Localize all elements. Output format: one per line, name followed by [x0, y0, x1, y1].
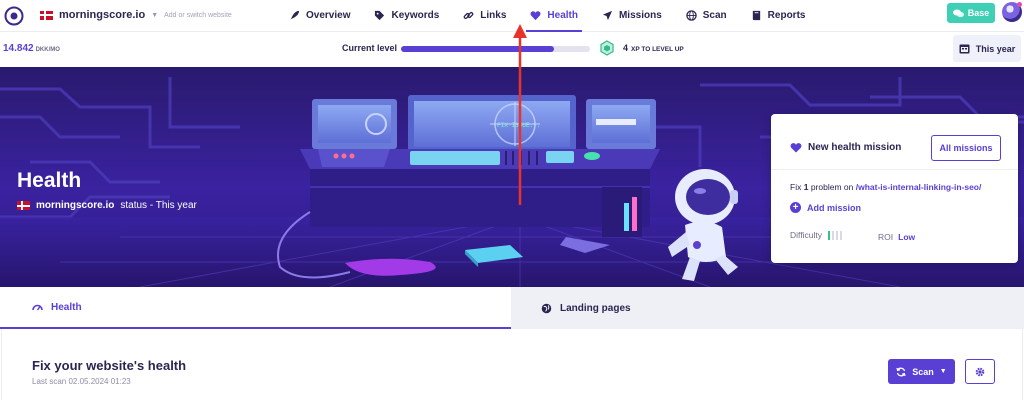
mission-page-link[interactable]: /what-is-internal-linking-in-seo/ [856, 182, 982, 192]
gear-icon [975, 367, 985, 376]
plane-icon [602, 10, 613, 21]
section-title: Fix your website's health [32, 358, 187, 373]
chevron-down-icon: ▼ [151, 11, 159, 19]
nav-label: Reports [767, 10, 806, 21]
level-progress-bar [401, 46, 590, 52]
page-title: Health [17, 169, 82, 192]
add-mission-button[interactable]: + Add mission [790, 202, 861, 213]
tag-icon [375, 10, 385, 21]
globe-icon [686, 10, 697, 21]
hero-status-text: status - This year [120, 200, 197, 211]
nav-label: Scan [702, 10, 727, 21]
nav-links[interactable]: Links [463, 0, 506, 31]
nav-scan[interactable]: Scan [686, 0, 727, 31]
add-mission-label: Add mission [807, 202, 862, 213]
nav-label: Health [547, 10, 578, 21]
mission-title: New health mission [808, 142, 902, 153]
fix-middle: problem on [810, 182, 854, 192]
fix-count: 1 [803, 182, 809, 192]
last-scan-text: Last scan 02.05.2024 01:23 [32, 377, 131, 386]
notification-dot [1017, 2, 1022, 7]
nav-keywords[interactable]: Keywords [374, 0, 439, 31]
roi-value: Low [898, 232, 916, 242]
nav-label: Links [480, 10, 507, 21]
morningscore-logo-icon[interactable] [4, 6, 24, 26]
rocket-icon [290, 10, 300, 20]
nav-missions[interactable]: Missions [602, 0, 662, 31]
difficulty-bar [835, 230, 838, 240]
refresh-icon [896, 367, 906, 376]
denmark-flag-icon [17, 201, 30, 210]
xp-value: 4 [623, 43, 629, 53]
all-missions-button[interactable]: All missions [931, 135, 1001, 161]
book-icon [752, 10, 760, 21]
health-tabs: Health Landing pages [0, 287, 1024, 329]
price-display: 14.842 DKK/MO [3, 43, 60, 54]
difficulty-indicator: Difficulty [790, 230, 842, 240]
tab-label: Landing pages [560, 302, 631, 314]
new-health-mission-card: New health mission All missions Fix 1 pr… [771, 114, 1018, 263]
tab-health[interactable]: Health [0, 287, 511, 329]
nav-label: Keywords [391, 10, 440, 21]
hero-site-name: morningscore.io [36, 200, 115, 211]
period-label: This year [975, 43, 1016, 54]
site-switch-hint: Add or switch website [164, 11, 232, 19]
tab-label: Health [51, 301, 82, 313]
heart-icon [530, 11, 541, 21]
nav-reports[interactable]: Reports [751, 0, 806, 31]
calendar-icon [959, 44, 970, 54]
link-icon [463, 12, 474, 19]
tab-landing-pages[interactable]: Landing pages [511, 287, 1024, 329]
xp-unit: XP TO LEVEL UP [631, 46, 684, 53]
difficulty-bar [831, 230, 834, 240]
denmark-flag-icon [40, 10, 53, 20]
chevron-down-icon: ▼ [939, 368, 947, 375]
scan-label: Scan [912, 366, 934, 377]
xp-hexagon-icon [600, 40, 614, 56]
current-level-label: Current level [342, 43, 398, 53]
base-label: Base [967, 8, 990, 18]
difficulty-bar [839, 230, 842, 240]
main-nav: Overview Keywords Links Health Missions … [289, 0, 829, 32]
difficulty-bars [827, 230, 842, 240]
fix-health-card: Fix your website's health Last scan 02.0… [1, 329, 1023, 400]
divider [771, 169, 1018, 170]
level-bar: 14.842 DKK/MO Current level 4 XP TO LEVEL … [0, 32, 1024, 67]
top-navigation-bar: morningscore.io ▼ Add or switch website … [0, 0, 1024, 32]
chat-bubbles-icon [952, 9, 964, 17]
price-value: 14.842 [3, 43, 34, 54]
site-name: morningscore.io [59, 9, 146, 21]
mission-description: Fix 1 problem on /what-is-internal-linki… [790, 182, 981, 192]
scan-settings-button[interactable] [965, 359, 995, 384]
gauge-icon [32, 304, 43, 311]
health-content: Fix your website's health Last scan 02.0… [0, 329, 1024, 400]
plus-circle-icon: + [790, 202, 801, 213]
heart-icon [790, 143, 802, 153]
nav-overview[interactable]: Overview [289, 0, 350, 31]
fix-prefix: Fix [790, 182, 802, 192]
nav-health[interactable]: Health [526, 0, 582, 32]
health-hero-banner: FIX ISSUE... Health morningscore.io stat… [0, 67, 1024, 287]
website-switcher[interactable]: morningscore.io ▼ Add or switch website [40, 0, 232, 30]
screen-text: FIX ISSUE... [497, 122, 540, 129]
level-progress-fill [401, 46, 555, 52]
nav-label: Overview [306, 10, 351, 21]
base-button[interactable]: Base [947, 3, 995, 23]
price-unit: DKK/MO [35, 47, 60, 53]
roi-indicator: ROI Low [878, 232, 915, 242]
scan-button[interactable]: Scan ▼ [888, 359, 955, 384]
hero-subtitle: morningscore.io status - This year [17, 200, 197, 211]
nav-label: Missions [618, 10, 662, 21]
period-selector-button[interactable]: This year [953, 35, 1021, 62]
difficulty-bar [827, 230, 830, 240]
globe-icon [541, 303, 552, 313]
roi-label: ROI [878, 232, 894, 242]
xp-to-level-up: 4 XP TO LEVEL UP [623, 43, 684, 53]
difficulty-label: Difficulty [790, 230, 822, 240]
